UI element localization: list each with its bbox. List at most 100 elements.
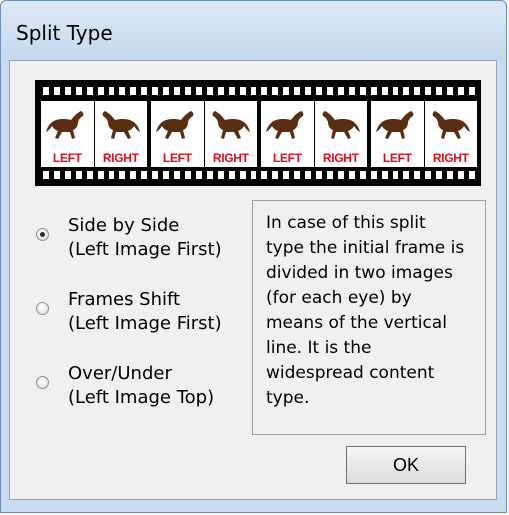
film-perforation xyxy=(436,87,443,95)
film-perforation xyxy=(283,171,290,179)
film-perforation xyxy=(239,87,246,95)
frame-label: RIGHT xyxy=(322,151,359,165)
title-bar[interactable]: Split Type xyxy=(1,1,506,61)
frame-pair: LEFT RIGHT xyxy=(261,101,367,167)
description-line: widespread content xyxy=(266,363,435,383)
option-label[interactable]: Over/Under (Left Image Top) xyxy=(68,362,214,410)
film-perforation xyxy=(141,87,148,95)
film-perforation xyxy=(75,87,82,95)
option-subtitle: (Left Image First) xyxy=(68,239,222,260)
option-subtitle: (Left Image Top) xyxy=(68,387,215,408)
option-label[interactable]: Frames Shift (Left Image First) xyxy=(68,288,222,336)
film-perforation xyxy=(64,87,71,95)
film-perforation xyxy=(86,171,93,179)
film-frame: LEFT xyxy=(151,101,204,167)
film-perforation xyxy=(425,87,432,95)
description-line: divided in two images xyxy=(266,263,453,283)
description-line: type. xyxy=(266,388,310,408)
film-perforation xyxy=(86,87,93,95)
radio-over-under[interactable] xyxy=(36,376,49,389)
film-perforation xyxy=(468,87,475,95)
frame-label: LEFT xyxy=(382,151,412,165)
film-perforation xyxy=(392,87,399,95)
film-perforation xyxy=(294,87,301,95)
film-perforation xyxy=(217,87,224,95)
film-perforation xyxy=(272,171,279,179)
film-perforation xyxy=(163,87,170,95)
film-perforation xyxy=(326,171,333,179)
film-perforation xyxy=(359,87,366,95)
film-perforation xyxy=(458,87,464,95)
frame-label: RIGHT xyxy=(212,151,249,165)
film-perforation xyxy=(468,171,475,179)
film-perforation xyxy=(152,171,159,179)
film-perforation xyxy=(108,171,115,179)
radio-frames-shift[interactable] xyxy=(36,302,49,315)
horse-icon xyxy=(212,111,250,139)
film-perforation xyxy=(130,171,137,179)
frame-label: LEFT xyxy=(162,151,192,165)
film-perforation xyxy=(195,171,202,179)
film-perforation xyxy=(294,171,301,179)
film-perforation xyxy=(326,87,333,95)
frame-label: LEFT xyxy=(52,151,82,165)
description-line: line. It is the xyxy=(266,338,372,358)
horse-icon xyxy=(322,111,360,139)
film-perforation xyxy=(206,171,213,179)
film-perforation xyxy=(316,87,322,95)
film-perforation xyxy=(348,87,355,95)
film-perforation xyxy=(348,171,355,179)
film-perforation xyxy=(184,171,191,179)
filmstrip-frames: LEFT RIGHT LEFT RIGHT LEFT RIGHT LEFT RI… xyxy=(41,101,477,167)
film-perforation xyxy=(283,87,290,95)
film-perforation xyxy=(53,87,60,95)
film-perforation xyxy=(43,87,49,95)
radio-side-by-side[interactable] xyxy=(36,228,49,241)
film-perforation xyxy=(436,171,443,179)
film-perforation xyxy=(43,171,49,179)
film-perforation xyxy=(392,171,399,179)
film-perforation xyxy=(425,171,432,179)
film-frame: LEFT xyxy=(261,101,314,167)
description-line: means of the vertical xyxy=(266,313,447,333)
horse-icon xyxy=(266,111,304,139)
frame-pair: LEFT RIGHT xyxy=(41,101,147,167)
horse-icon xyxy=(376,111,414,139)
frame-pair: LEFT RIGHT xyxy=(371,101,477,167)
window-title: Split Type xyxy=(16,21,113,45)
description-box: In case of this split type the initial f… xyxy=(252,200,486,435)
option-title: Side by Side xyxy=(68,215,180,236)
film-perforation xyxy=(381,171,388,179)
film-perforation xyxy=(458,171,464,179)
film-frame: RIGHT xyxy=(424,101,477,167)
film-perforation xyxy=(64,171,71,179)
film-perforation xyxy=(130,87,137,95)
film-perforation xyxy=(305,87,312,95)
film-perforation xyxy=(337,171,344,179)
film-perforation xyxy=(152,87,159,95)
film-perforation xyxy=(370,171,377,179)
film-perforation xyxy=(403,171,410,179)
option-label[interactable]: Side by Side (Left Image First) xyxy=(68,214,222,262)
frame-label: LEFT xyxy=(272,151,302,165)
film-perforation xyxy=(250,87,257,95)
description-line: type the initial frame is xyxy=(266,238,465,258)
film-perforation xyxy=(447,171,454,179)
film-frame: RIGHT xyxy=(314,101,367,167)
film-frame: RIGHT xyxy=(94,101,147,167)
film-perforation xyxy=(97,171,104,179)
film-perforation xyxy=(228,171,235,179)
film-perforation xyxy=(217,171,224,179)
film-perforation xyxy=(261,87,268,95)
description-line: (for each eye) by xyxy=(266,288,412,308)
film-perforation xyxy=(119,87,126,95)
horse-icon xyxy=(46,111,84,139)
film-perforation xyxy=(97,87,104,95)
film-perforation xyxy=(381,87,388,95)
ok-button[interactable]: OK xyxy=(346,446,466,484)
film-perforation xyxy=(261,171,268,179)
filmstrip-perforations-top xyxy=(43,87,475,95)
option-subtitle: (Left Image First) xyxy=(68,313,222,334)
film-perforation xyxy=(206,87,213,95)
film-perforation xyxy=(174,87,180,95)
